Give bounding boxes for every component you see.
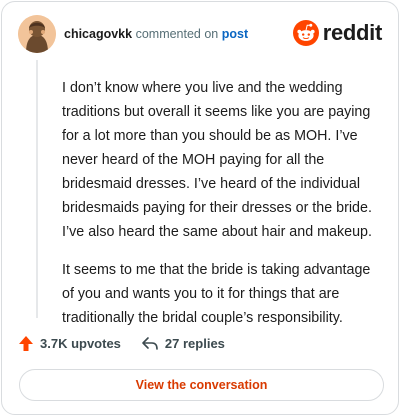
comment-footer: 3.7K upvotes 27 replies [18, 335, 245, 352]
view-conversation-button[interactable]: View the conversation [19, 369, 384, 401]
replies-count: 27 replies [164, 336, 225, 351]
reddit-logo[interactable]: reddit [292, 20, 383, 46]
action-text: commented on [135, 27, 219, 41]
upvotes-count: 3.7K upvotes [40, 336, 121, 351]
comment-header: chicagovkk commented on post [64, 26, 248, 42]
comment-body: I don’t know where you live and the wedd… [62, 76, 382, 344]
reddit-snoo-icon [292, 20, 319, 46]
post-link[interactable]: post [222, 27, 248, 41]
reply-arrow-icon [142, 336, 158, 350]
brand-name: reddit [322, 20, 383, 45]
user-avatar-icon [18, 15, 56, 53]
thread-line [36, 60, 38, 318]
comment-paragraph: It seems to me that the bride is taking … [62, 262, 371, 326]
upvotes[interactable]: 3.7K upvotes [18, 335, 121, 352]
username[interactable]: chicagovkk [64, 27, 132, 41]
replies[interactable]: 27 replies [141, 336, 225, 352]
upvote-arrow-icon [19, 336, 33, 351]
comment-paragraph: I don’t know where you live and the wedd… [62, 80, 372, 240]
comment-card: chicagovkk commented on post reddit I do… [1, 1, 399, 415]
avatar[interactable] [18, 15, 56, 53]
